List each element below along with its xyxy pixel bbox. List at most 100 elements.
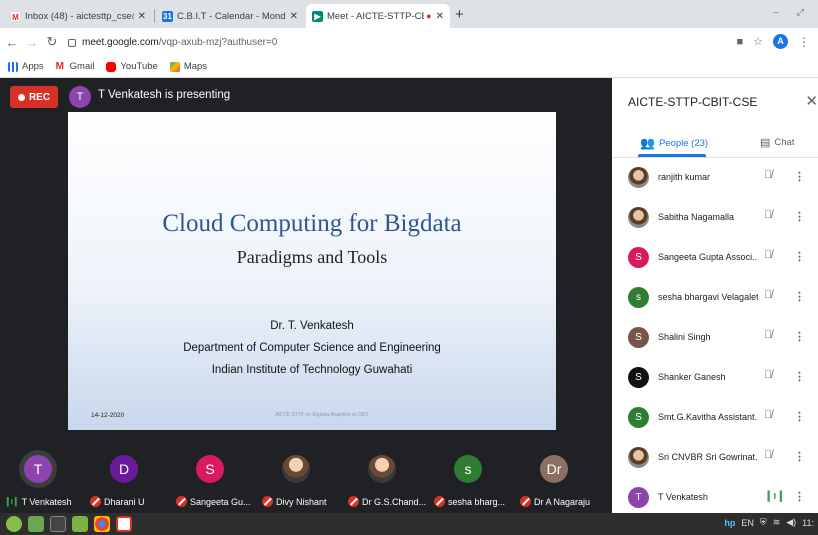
tab-title: Inbox (48) - aictesttp_cse@cb — [25, 10, 134, 22]
volume-icon[interactable]: ◀) — [786, 517, 796, 528]
wifi-icon[interactable]: ≋ — [773, 517, 781, 528]
list-item[interactable]: ranjith kumar 🎙̸ ⋮ — [612, 158, 818, 198]
more-options-icon[interactable]: ⋮ — [794, 370, 805, 383]
mic-off-icon — [434, 496, 445, 507]
list-item[interactable]: S Sangeeta Gupta Associ... 🎙̸ ⋮ — [612, 238, 818, 278]
terminal-icon[interactable] — [50, 516, 66, 532]
hp-icon[interactable]: hp — [724, 518, 735, 528]
rec-badge: REC — [10, 86, 58, 108]
list-item[interactable]: S Shanker Ganesh 🎙̸ ⋮ — [612, 358, 818, 398]
participant-tile[interactable]: Dr G.S.Chand... — [344, 433, 429, 513]
calendar-icon: 31 — [162, 10, 173, 22]
bookmarks-bar: Apps M Gmail YouTube Maps — [0, 56, 818, 78]
avatar — [628, 207, 649, 228]
participant-label: Dr G.S.Chand... — [348, 496, 426, 507]
participant-tile[interactable]: Divy Nishant — [258, 433, 343, 513]
avatar: s — [628, 287, 649, 308]
participant-name: Smt.G.Kavitha Assistant... — [658, 412, 758, 422]
pdf-viewer-icon[interactable] — [116, 516, 132, 532]
keyboard-layout[interactable]: EN — [741, 518, 754, 528]
files-icon[interactable] — [72, 516, 88, 532]
list-item[interactable]: S Shalini Singh 🎙̸ ⋮ — [612, 318, 818, 358]
list-item[interactable]: Sri CNVBR Sri Gowrinat... 🎙̸ ⋮ — [612, 438, 818, 478]
shared-slide: Cloud Computing for Bigdata Paradigms an… — [68, 112, 556, 430]
more-options-icon[interactable]: ⋮ — [794, 410, 805, 423]
camera-icon[interactable]: ■ — [736, 36, 743, 48]
list-item[interactable]: Sabitha Nagamalla 🎙̸ ⋮ — [612, 198, 818, 238]
more-options-icon[interactable]: ⋮ — [794, 450, 805, 463]
tab-people[interactable]: 👥 People (23) — [640, 136, 708, 150]
more-options-icon[interactable]: ⋮ — [794, 290, 805, 303]
list-item[interactable]: S Smt.G.Kavitha Assistant... 🎙̸ ⋮ — [612, 398, 818, 438]
participant-tile[interactable]: s sesha bharg... — [430, 433, 515, 513]
tab-title: C.B.I.T - Calendar - Monday, D — [177, 10, 286, 22]
people-icon: 👥 — [640, 136, 655, 150]
reload-icon[interactable]: ↻ — [44, 34, 60, 50]
record-icon — [17, 93, 25, 101]
avatar: S — [628, 247, 649, 268]
back-icon[interactable]: ← — [4, 35, 20, 50]
meeting-title: AICTE-STTP-CBIT-CSE — [628, 95, 758, 109]
chrome-icon[interactable] — [94, 516, 110, 532]
avatar — [628, 447, 649, 468]
bookmark-apps[interactable]: Apps — [8, 61, 44, 72]
address-bar[interactable]: meet.google.com/vqp-axub-mzj?authuser=0 — [68, 37, 277, 48]
participant-label: ❙ı❙ T Venkatesh — [4, 496, 71, 507]
more-options-icon[interactable]: ⋮ — [794, 210, 805, 223]
browser-menu-icon[interactable]: ⋮ — [798, 35, 810, 49]
close-tab-icon[interactable]: ✕ — [436, 11, 444, 22]
list-item[interactable]: s sesha bhargavi Velagaleti 🎙̸ ⋮ — [612, 278, 818, 318]
avatar: Dr — [540, 455, 568, 483]
close-icon[interactable]: ✕ — [805, 92, 818, 110]
clock[interactable]: 11: — [802, 518, 814, 528]
close-tab-icon[interactable]: ✕ — [290, 11, 298, 22]
shield-icon[interactable]: ⛨ — [760, 517, 767, 528]
participant-name: Dharani U — [104, 496, 145, 507]
avatar: S — [196, 455, 224, 483]
participant-label: Sangeeta Gu... — [176, 496, 251, 507]
list-item[interactable]: T T Venkatesh ❙ı❙ ⋮ — [612, 478, 818, 518]
avatar: T — [69, 86, 91, 108]
tab-chat[interactable]: ▤ Chat — [760, 136, 794, 149]
profile-avatar[interactable]: A — [773, 34, 788, 49]
recording-indicator-icon: ● — [426, 11, 432, 21]
participant-name: Sabitha Nagamalla — [658, 212, 735, 222]
bookmark-youtube[interactable]: YouTube — [106, 61, 158, 72]
forward-icon[interactable]: → — [24, 35, 40, 50]
window-controls[interactable]: – ⤢ — [773, 7, 812, 18]
more-options-icon[interactable]: ⋮ — [794, 170, 805, 183]
mic-off-icon — [90, 496, 101, 507]
avatar — [368, 455, 396, 483]
participant-name: sesha bharg... — [448, 496, 506, 507]
more-options-icon[interactable]: ⋮ — [794, 250, 805, 263]
participant-tile[interactable]: T ❙ı❙ T Venkatesh — [0, 433, 85, 513]
participant-name: Dr G.S.Chand... — [362, 496, 427, 507]
tab-calendar[interactable]: 31 C.B.I.T - Calendar - Monday, D ✕ — [156, 4, 304, 28]
more-options-icon[interactable]: ⋮ — [794, 330, 805, 343]
system-tray: hp EN ⛨ ≋ ◀) 11: — [724, 517, 814, 528]
tab-chat-label: Chat — [774, 137, 795, 148]
star-icon[interactable]: ☆ — [753, 35, 763, 48]
mic-off-icon — [348, 496, 359, 507]
participant-label: Dr A Nagaraju — [520, 496, 590, 507]
tab-title: Meet - AICTE-STTP-CBIT-C — [327, 10, 424, 22]
participant-tile[interactable]: Dr Dr A Nagaraju — [516, 433, 601, 513]
tab-meet[interactable]: ▶ Meet - AICTE-STTP-CBIT-C ● ✕ — [306, 4, 450, 28]
url-path: /vqp-axub-mzj?authuser=0 — [158, 36, 278, 48]
mint-menu-icon[interactable] — [6, 516, 22, 532]
new-tab-button[interactable]: + — [455, 6, 464, 23]
bookmark-label: Apps — [22, 61, 44, 72]
avatar — [282, 455, 310, 483]
avatar: D — [110, 455, 138, 483]
more-options-icon[interactable]: ⋮ — [794, 490, 805, 503]
show-desktop-icon[interactable] — [28, 516, 44, 532]
tab-gmail[interactable]: M Inbox (48) - aictesttp_cse@cb ✕ — [4, 4, 152, 28]
participant-tile[interactable]: D Dharani U — [86, 433, 171, 513]
bookmark-gmail[interactable]: M Gmail — [56, 61, 95, 72]
meet-stage: REC T T Venkatesh is presenting Cloud Co… — [0, 78, 612, 513]
bookmark-maps[interactable]: Maps — [169, 61, 207, 72]
speaking-indicator-icon: ❙ı❙ — [4, 496, 20, 506]
maps-icon — [169, 61, 180, 72]
participant-tile[interactable]: S Sangeeta Gu... — [172, 433, 257, 513]
close-tab-icon[interactable]: ✕ — [138, 11, 146, 22]
